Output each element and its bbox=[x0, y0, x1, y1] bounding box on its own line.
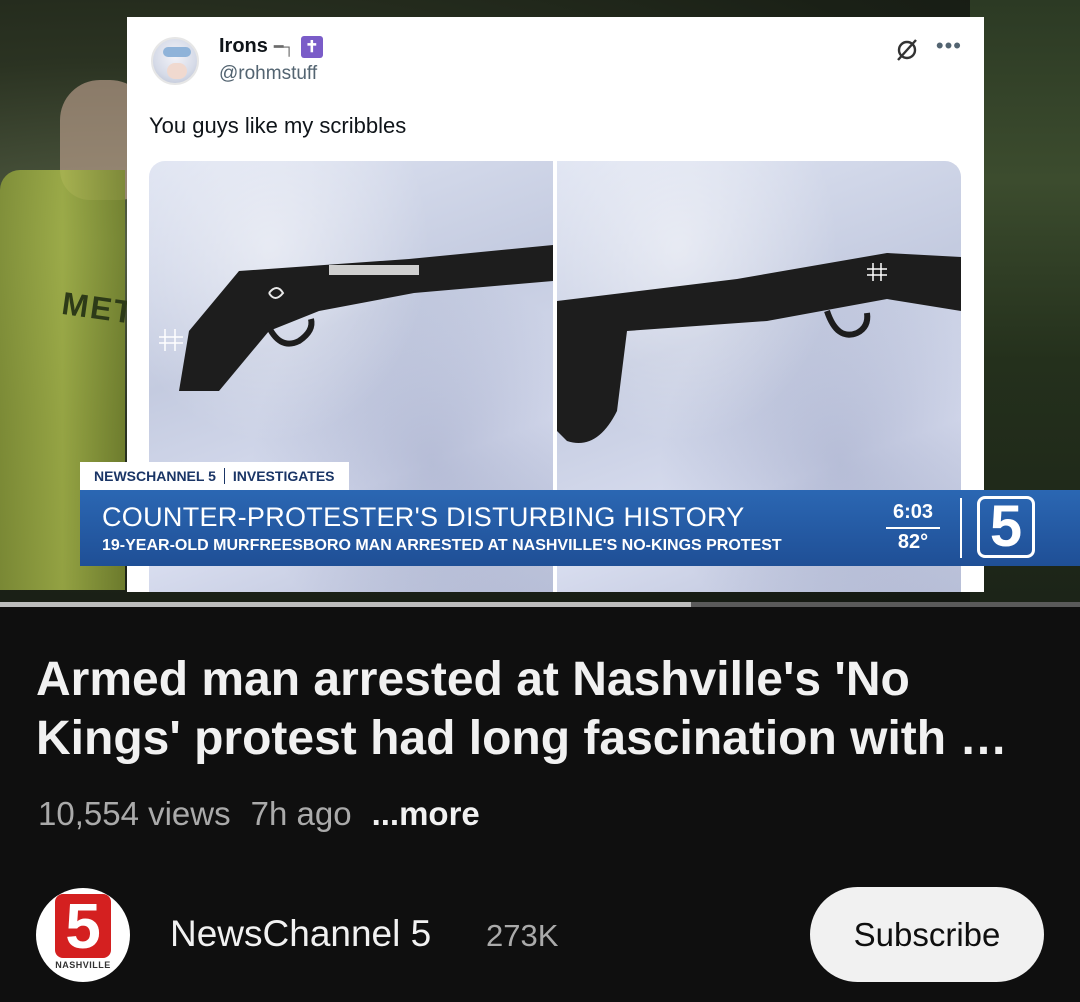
cross-icon: ✝ bbox=[300, 35, 323, 58]
lower-third-section: INVESTIGATES bbox=[232, 468, 335, 484]
gun-icon: ━┐ bbox=[273, 38, 295, 56]
subscribe-button[interactable]: Subscribe bbox=[810, 887, 1044, 982]
lower-third-tab-divider bbox=[223, 468, 225, 484]
tweet-avatar bbox=[151, 37, 199, 85]
video-title[interactable]: Armed man arrested at Nashville's 'No Ki… bbox=[36, 650, 1046, 768]
channel-avatar-number: 5 bbox=[55, 894, 111, 958]
lower-third-brand: NEWSCHANNEL 5 bbox=[94, 468, 216, 484]
more-options-icon: ••• bbox=[935, 33, 962, 58]
lower-third-time: 6:03 bbox=[892, 501, 934, 523]
tweet-display-name: Irons bbox=[219, 35, 268, 57]
video-player[interactable]: METRO Irons ━┐ ✝ @rohmstuff ••• You guys… bbox=[0, 0, 1080, 602]
lower-third-tab: NEWSCHANNEL 5 INVESTIGATES bbox=[80, 462, 349, 490]
view-count: 10,554 views bbox=[38, 795, 231, 832]
tweet-text: You guys like my scribbles bbox=[149, 113, 407, 138]
channel-avatar-city: NASHVILLE bbox=[55, 960, 111, 970]
video-metadata[interactable]: 10,554 views 7h ago ...more bbox=[38, 795, 480, 833]
video-progress-fill bbox=[0, 602, 692, 607]
tweet-name-row: Irons ━┐ ✝ bbox=[219, 35, 323, 58]
video-progress-bar[interactable] bbox=[0, 602, 1080, 607]
upload-age: 7h ago bbox=[250, 795, 352, 832]
lower-third-divider bbox=[960, 498, 962, 558]
background-vest-text: METRO bbox=[60, 285, 189, 338]
channel-avatar[interactable]: 5 NASHVILLE bbox=[36, 888, 130, 982]
grok-icon bbox=[897, 39, 917, 61]
channel-5-logo: 5 bbox=[977, 496, 1035, 558]
lower-third-temperature: 82° bbox=[897, 531, 929, 553]
description-more-link[interactable]: ...more bbox=[372, 795, 480, 833]
tweet-handle: @rohmstuff bbox=[219, 63, 318, 84]
lower-third-subheadline: 19-YEAR-OLD MURFREESBORO MAN ARRESTED AT… bbox=[102, 537, 782, 554]
lower-third-bar: COUNTER-PROTESTER'S DISTURBING HISTORY 1… bbox=[80, 490, 1080, 566]
lower-third-time-rule bbox=[886, 527, 940, 529]
lower-third-headline: COUNTER-PROTESTER'S DISTURBING HISTORY bbox=[102, 502, 745, 532]
subscriber-count: 273K bbox=[486, 918, 559, 953]
channel-name[interactable]: NewsChannel 5 bbox=[170, 913, 431, 955]
